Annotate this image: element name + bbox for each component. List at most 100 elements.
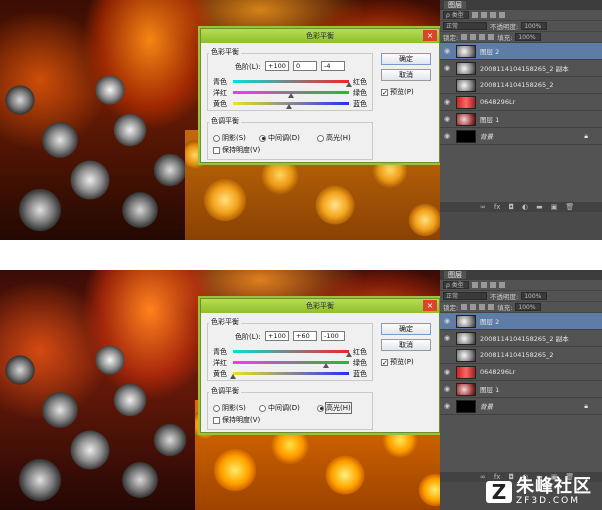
ok-button[interactable]: 确定 bbox=[381, 53, 431, 65]
shape-filter-icon[interactable] bbox=[499, 12, 505, 18]
checkbox-box[interactable]: ✓ bbox=[381, 88, 388, 96]
blend-mode-select[interactable]: 正常 bbox=[443, 22, 487, 30]
layer-row[interactable]: ◉ 图层 1 bbox=[440, 111, 602, 128]
kind-filter-select[interactable]: ρ 类型 bbox=[443, 281, 469, 289]
image-filter-icon[interactable] bbox=[472, 12, 478, 18]
layer-row[interactable]: ◉ 背景 🔒︎ bbox=[440, 398, 602, 415]
layer-name[interactable]: 2008114104158265_2 副本 bbox=[480, 63, 569, 73]
layer-name[interactable]: 图层 1 bbox=[480, 384, 499, 394]
layer-name[interactable]: 图层 2 bbox=[480, 46, 499, 56]
ok-button[interactable]: 确定 bbox=[381, 323, 431, 335]
layer-row[interactable]: ◉ 2008114104158265_2 副本 bbox=[440, 330, 602, 347]
tone-radio-1[interactable]: 阴影(S) bbox=[213, 133, 246, 143]
layer-name[interactable]: 图层 2 bbox=[480, 316, 499, 326]
magenta-green-slider-thumb[interactable] bbox=[322, 363, 329, 368]
new-layer-icon[interactable]: ▣ bbox=[551, 203, 558, 211]
lock-all-icon[interactable] bbox=[488, 34, 495, 40]
close-icon[interactable]: × bbox=[423, 300, 437, 311]
layer-row[interactable]: 2008114104158265_2 bbox=[440, 77, 602, 94]
tab-layers[interactable]: 图层 bbox=[444, 1, 466, 9]
layer-name[interactable]: 0648296Lr bbox=[480, 98, 515, 106]
radio-circle[interactable] bbox=[317, 404, 324, 412]
eye-icon[interactable]: ◉ bbox=[444, 132, 452, 140]
adjust-filter-icon[interactable] bbox=[481, 12, 487, 18]
folder-icon[interactable]: ▬ bbox=[536, 203, 543, 211]
eye-icon[interactable]: ◉ bbox=[444, 385, 452, 393]
adjustment-icon[interactable]: ◐ bbox=[522, 203, 528, 211]
radio-circle[interactable] bbox=[213, 404, 220, 412]
fill-input[interactable]: 100% bbox=[515, 33, 542, 41]
opacity-input[interactable]: 100% bbox=[521, 292, 548, 300]
eye-icon[interactable]: ◉ bbox=[444, 334, 452, 342]
checkbox-box[interactable]: ✓ bbox=[381, 358, 388, 366]
type-filter-icon[interactable] bbox=[490, 282, 496, 288]
radio-circle[interactable] bbox=[259, 404, 266, 412]
opacity-input[interactable]: 100% bbox=[521, 22, 548, 30]
radio-circle[interactable] bbox=[259, 134, 266, 142]
layer-row[interactable]: ◉ 图层 2 bbox=[440, 43, 602, 60]
tab-layers[interactable]: 图层 bbox=[444, 271, 466, 279]
layer-name[interactable]: 图层 1 bbox=[480, 114, 499, 124]
tone-radio-3[interactable]: 高光(H) bbox=[317, 402, 352, 414]
layer-name[interactable]: 背景 bbox=[480, 131, 493, 141]
checkbox-box[interactable] bbox=[213, 416, 220, 424]
tone-radio-2[interactable]: 中间调(D) bbox=[259, 133, 300, 143]
layer-name[interactable]: 2008114104158265_2 副本 bbox=[480, 333, 569, 343]
cyan-red-slider-track[interactable] bbox=[233, 350, 349, 353]
shape-filter-icon[interactable] bbox=[499, 282, 505, 288]
blend-mode-select[interactable]: 正常 bbox=[443, 292, 487, 300]
tone-radio-2[interactable]: 中间调(D) bbox=[259, 403, 300, 413]
lock-paint-icon[interactable] bbox=[470, 304, 477, 310]
lock-all-icon[interactable] bbox=[488, 304, 495, 310]
eye-icon[interactable]: ◉ bbox=[444, 402, 452, 410]
layer-row[interactable]: 2008114104158265_2 bbox=[440, 347, 602, 364]
level-input-2[interactable]: +60 bbox=[293, 331, 317, 341]
eye-icon[interactable]: ◉ bbox=[444, 98, 452, 106]
tone-radio-3[interactable]: 高光(H) bbox=[317, 133, 351, 143]
eye-icon[interactable]: ◉ bbox=[444, 317, 452, 325]
tone-radio-1[interactable]: 阴影(S) bbox=[213, 403, 246, 413]
eye-icon[interactable]: ◉ bbox=[444, 64, 452, 72]
adjust-filter-icon[interactable] bbox=[481, 282, 487, 288]
level-input-1[interactable]: +100 bbox=[265, 61, 289, 71]
lock-move-icon[interactable] bbox=[479, 34, 486, 40]
trash-icon[interactable]: 🗑︎ bbox=[565, 203, 574, 211]
cyan-red-slider-track[interactable] bbox=[233, 80, 349, 83]
radio-circle[interactable] bbox=[317, 134, 324, 142]
magenta-green-slider-thumb[interactable] bbox=[288, 93, 294, 98]
yellow-blue-slider-track[interactable] bbox=[233, 372, 349, 375]
layer-row[interactable]: ◉ 2008114104158265_2 副本 bbox=[440, 60, 602, 77]
eye-icon[interactable]: ◉ bbox=[444, 368, 452, 376]
link-icon[interactable]: ∞ bbox=[480, 203, 486, 211]
fx-icon[interactable]: fx bbox=[494, 203, 501, 211]
lock-move-icon[interactable] bbox=[479, 304, 486, 310]
preview-checkbox[interactable]: ✓ 预览(P) bbox=[381, 357, 414, 367]
radio-circle[interactable] bbox=[213, 134, 220, 142]
eye-icon[interactable]: ◉ bbox=[444, 47, 452, 55]
magenta-green-slider-track[interactable] bbox=[233, 361, 349, 364]
image-filter-icon[interactable] bbox=[472, 282, 478, 288]
level-input-1[interactable]: +100 bbox=[265, 331, 289, 341]
layer-row[interactable]: ◉ 背景 🔒︎ bbox=[440, 128, 602, 145]
level-input-2[interactable]: 0 bbox=[293, 61, 317, 71]
layer-row[interactable]: ◉ 0648296Lr bbox=[440, 364, 602, 381]
link-icon[interactable]: ∞ bbox=[480, 473, 486, 481]
lock-transparent-icon[interactable] bbox=[461, 304, 468, 310]
layer-row[interactable]: ◉ 图层 2 bbox=[440, 313, 602, 330]
dialog-titlebar[interactable]: 色彩平衡 × bbox=[201, 299, 439, 313]
dialog-titlebar[interactable]: 色彩平衡 × bbox=[201, 29, 439, 43]
level-input-3[interactable]: -4 bbox=[321, 61, 345, 71]
lock-paint-icon[interactable] bbox=[470, 34, 477, 40]
eye-icon[interactable]: ◉ bbox=[444, 115, 452, 123]
kind-filter-select[interactable]: ρ 类型 bbox=[443, 11, 469, 19]
preserve-luminosity-checkbox[interactable]: 保持明度(V) bbox=[213, 145, 260, 155]
preserve-luminosity-checkbox[interactable]: 保持明度(V) bbox=[213, 415, 260, 425]
lock-transparent-icon[interactable] bbox=[461, 34, 468, 40]
cyan-red-slider-thumb[interactable] bbox=[346, 82, 352, 87]
layer-row[interactable]: ◉ 0648296Lr bbox=[440, 94, 602, 111]
cancel-button[interactable]: 取消 bbox=[381, 339, 431, 351]
layer-row[interactable]: ◉ 图层 1 bbox=[440, 381, 602, 398]
mask-icon[interactable]: ◘ bbox=[508, 203, 514, 211]
cancel-button[interactable]: 取消 bbox=[381, 69, 431, 81]
preview-checkbox[interactable]: ✓ 预览(P) bbox=[381, 87, 414, 97]
